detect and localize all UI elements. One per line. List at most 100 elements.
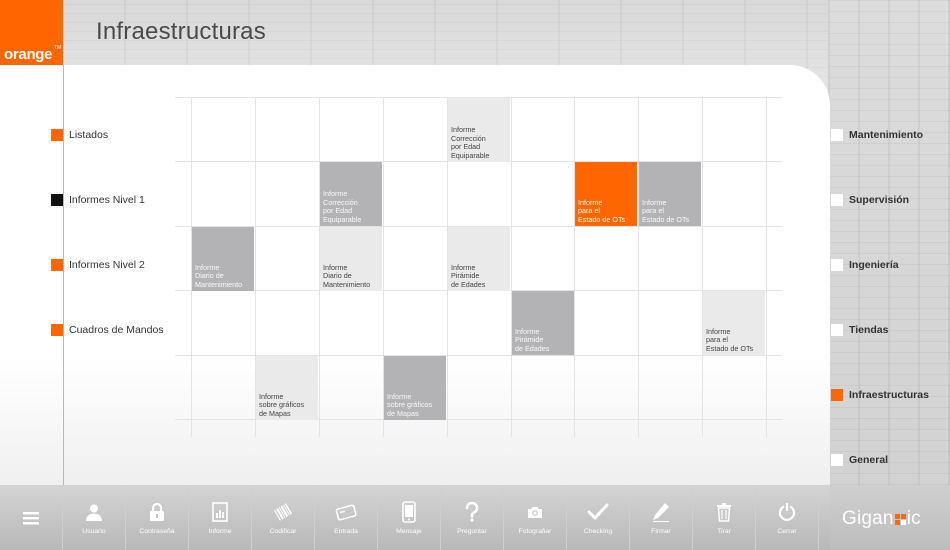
report-tile[interactable]: Informe sobre gráficos de Mapas <box>256 356 318 420</box>
toolbar-button-tirar[interactable]: Tirar <box>693 485 756 550</box>
logo-trademark: TM <box>54 45 62 51</box>
bullet-square-icon <box>51 259 63 271</box>
report-tile[interactable]: Informe para el Estado de OTs <box>703 291 765 355</box>
right-nav-label: Supervisión <box>849 194 910 206</box>
check-icon <box>587 501 609 523</box>
toolbar-button-firmar[interactable]: Firmar <box>630 485 693 550</box>
user-icon <box>83 501 105 523</box>
left-nav-label: Listados <box>69 129 109 141</box>
report-tile-label: Informe para el Estado de OTs <box>642 197 690 224</box>
left-nav-item[interactable]: Informes Nivel 2 <box>51 259 145 271</box>
ticket-icon <box>335 501 357 523</box>
left-nav-label: Cuadros de Mandos <box>69 324 164 336</box>
left-nav-label: Informes Nivel 1 <box>69 194 145 206</box>
toolbar-button-contrasea[interactable]: Contraseña <box>126 485 189 550</box>
toolbar-label: Codificar <box>269 528 297 535</box>
right-nav-item[interactable]: Ingeniería <box>831 259 899 271</box>
report-tile[interactable]: Informe Pirámide de Edades <box>448 227 510 291</box>
toolbar-button-fotografiar[interactable]: Fotografiar <box>504 485 567 550</box>
report-tile-label: Informe para el Estado de OTs <box>578 197 626 224</box>
toolbar-label: Mensaje <box>396 528 422 535</box>
grid-line <box>702 97 703 437</box>
menu-icon <box>20 507 42 529</box>
report-tile-label: Informe para el Estado de OTs <box>706 326 754 353</box>
report-tile-label: Informe Pirámide de Edades <box>451 262 486 289</box>
right-nav-item[interactable]: General <box>831 454 888 466</box>
toolbar-label: Firmar <box>651 528 671 535</box>
brand-logo: Gigan ic <box>842 508 921 530</box>
toolbar-button-usuario[interactable]: Usuario <box>63 485 126 550</box>
bullet-square-icon <box>831 389 843 401</box>
report-tile[interactable]: Informe Corrección por Edad Equiparable <box>448 98 510 162</box>
left-nav-item[interactable]: Listados <box>51 129 108 141</box>
bullet-square-icon <box>831 324 843 336</box>
bullet-square-icon <box>831 129 843 141</box>
grid-line <box>638 97 639 437</box>
toolbar-button-entrada[interactable]: Entrada <box>315 485 378 550</box>
barcode-icon <box>272 501 294 523</box>
bullet-square-icon <box>51 324 63 336</box>
toolbar-label: Usuario <box>82 528 106 535</box>
right-nav-label: General <box>849 454 889 466</box>
grid-line <box>766 97 767 437</box>
report-tile-label: Informe Corrección por Edad Equiparable <box>451 125 490 160</box>
lock-icon <box>146 501 168 523</box>
menu-button[interactable] <box>0 485 63 550</box>
question-icon <box>461 501 483 523</box>
toolbar-label: Cerrar <box>777 528 797 535</box>
right-nav-label: Mantenimiento <box>849 129 924 141</box>
right-nav-label: Infraestructuras <box>849 389 929 401</box>
report-tile[interactable]: Informe Corrección por Edad Equiparable <box>320 162 382 226</box>
report-tile-label: Informe Diario de Mantenimiento <box>323 262 371 289</box>
camera-icon <box>524 501 546 523</box>
report-tile[interactable]: Informe Pirámide de Edades <box>512 291 574 355</box>
left-nav-item[interactable]: Cuadros de Mandos <box>51 324 164 336</box>
report-tile[interactable]: Informe Diario de Mantenimiento <box>320 227 382 291</box>
toolbar-label: Checking <box>583 528 613 535</box>
pen-icon <box>650 501 672 523</box>
toolbar-button-informe[interactable]: Informe <box>189 485 252 550</box>
right-nav-label: Ingeniería <box>849 259 899 271</box>
bullet-square-icon <box>831 259 843 271</box>
report-tile-label: Informe sobre gráficos de Mapas <box>259 391 305 418</box>
bullet-square-icon <box>51 129 63 141</box>
report-tile[interactable]: Informe sobre gráficos de Mapas <box>384 356 446 420</box>
phone-icon <box>398 501 420 523</box>
toolbar-button-checking[interactable]: Checking <box>567 485 630 550</box>
right-nav-item[interactable]: Infraestructuras <box>831 389 929 401</box>
right-nav-item[interactable]: Tiendas <box>831 324 889 336</box>
toolbar-label: Preguntar <box>457 528 487 535</box>
page-title: Infraestructuras <box>96 18 266 45</box>
report-tile[interactable]: Informe para el Estado de OTs <box>575 162 637 226</box>
right-nav-item[interactable]: Supervisión <box>831 194 909 206</box>
report-tile-label: Informe Corrección por Edad Equiparable <box>323 189 362 224</box>
logo-text: orange <box>4 46 53 63</box>
toolbar-label: Tirar <box>717 528 731 535</box>
brand-mark-icon <box>894 513 906 525</box>
power-icon <box>776 501 798 523</box>
grid-line <box>511 97 512 437</box>
toolbar-button-preguntar[interactable]: Preguntar <box>441 485 504 550</box>
toolbar-label: Fotografiar <box>518 528 552 535</box>
report-tile[interactable]: Informe para el Estado de OTs <box>639 162 701 226</box>
toolbar-button-cerrar[interactable]: Cerrar <box>756 485 819 550</box>
orange-logo: orange TM <box>0 0 63 65</box>
trash-icon <box>713 501 735 523</box>
toolbar-button-mensaje[interactable]: Mensaje <box>378 485 441 550</box>
report-tile-label: Informe Pirámide de Edades <box>515 326 550 353</box>
toolbar-button-codificar[interactable]: Codificar <box>252 485 315 550</box>
right-nav-label: Tiendas <box>849 324 889 336</box>
report-tile[interactable]: Informe Diario de Mantenimiento <box>192 227 254 291</box>
right-panel-background <box>828 0 950 485</box>
grid-line <box>574 97 575 437</box>
brand-text-start: Gigan <box>842 508 894 529</box>
toolbar-label: Informe <box>208 528 232 535</box>
brand-text-end: ic <box>906 508 921 529</box>
bottom-toolbar: Usuario Contraseña Informe Codificar Entrada… <box>0 485 830 550</box>
left-nav-item[interactable]: Informes Nivel 1 <box>51 194 145 206</box>
report-tile-label: Informe sobre gráficos de Mapas <box>387 391 433 418</box>
bullet-square-icon <box>51 194 63 206</box>
report-icon <box>209 501 231 523</box>
report-tile-label: Informe Diario de Mantenimiento <box>195 262 243 289</box>
right-nav-item[interactable]: Mantenimiento <box>831 129 923 141</box>
